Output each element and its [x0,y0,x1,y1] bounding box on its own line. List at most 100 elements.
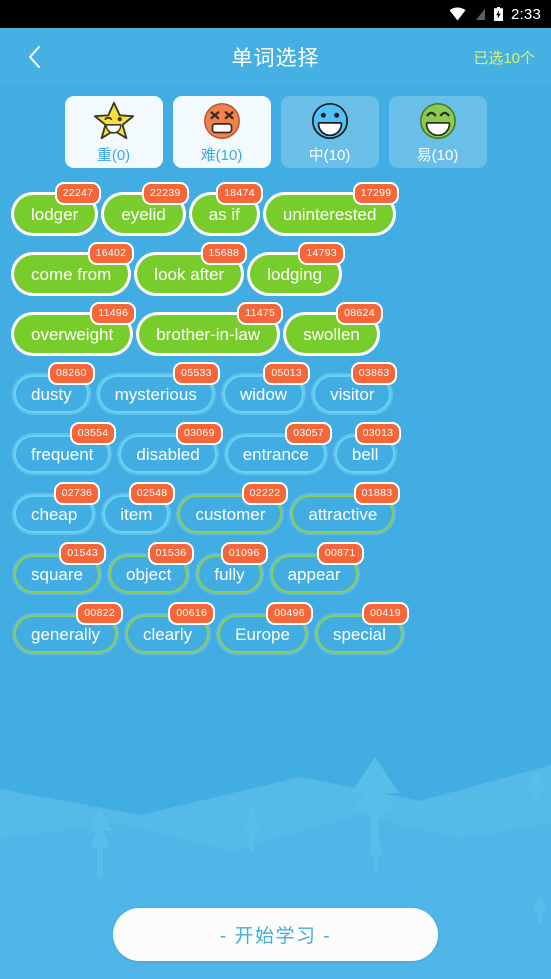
signal-off-icon [473,7,486,21]
word-chip[interactable]: mysterious 05533 [98,362,220,413]
word-chip-row: dusty 08260 mysterious 05533 widow 05013 visit… [14,362,537,414]
word-rank-badge: 00419 [362,602,409,625]
word-chip[interactable]: entrance 03057 [226,422,332,473]
word-rank-badge: 02222 [241,482,289,505]
word-chip-label: dusty [31,384,72,404]
word-chip[interactable]: attractive 01883 [291,482,401,533]
word-chip[interactable]: frequent 03554 [14,422,117,473]
word-chip[interactable]: come from 16402 [14,242,135,293]
word-chip-label: brother-in-law [156,324,261,344]
word-chip-row: cheap 02736 item 02548 customer 02222 attracti… [14,482,537,534]
word-chip-label: fully [214,564,245,584]
difficulty-tab-3[interactable]: 易(10) [388,96,487,168]
word-chip[interactable]: overweight 11496 [14,302,137,353]
word-chip-label: disabled [136,444,200,464]
battery-charging-icon [493,6,504,22]
word-chip[interactable]: customer 02222 [178,482,289,533]
tree-icon [528,769,544,787]
word-chip[interactable]: swollen 08624 [286,302,383,353]
word-chip[interactable]: object 01536 [109,542,195,593]
word-rank-badge: 01543 [59,542,106,565]
word-chip-label: Europe [235,624,290,644]
word-chip[interactable]: eyelid 22239 [104,182,189,233]
word-chip[interactable]: fully 01096 [197,542,268,593]
app-bar: 单词选择 已选10个 [0,28,551,86]
difficulty-tab-label: 难(10) [200,146,243,164]
selected-count-label[interactable]: 已选10个 [473,47,535,68]
word-rank-badge: 11496 [90,302,137,325]
grinning-face-icon [311,102,348,139]
word-chip-label: entrance [242,444,309,464]
word-chip[interactable]: disabled 03069 [119,422,223,473]
smiling-face-icon [419,102,456,139]
star-face-icon [93,101,134,139]
word-chip-label: overweight [31,324,114,344]
word-rank-badge: 17299 [352,182,400,205]
wifi-icon [449,7,466,21]
word-chip[interactable]: uninterested 17299 [265,182,400,233]
difficulty-tab-label: 易(10) [416,146,459,164]
word-chip-label: special [332,624,386,644]
start-study-label: - 开始学习 - [219,926,332,947]
word-chip-label: as if [208,204,240,224]
word-rank-badge: 14793 [298,242,346,265]
word-rank-badge: 11475 [237,302,284,325]
word-chip[interactable]: lodger 22247 [14,182,102,233]
status-bar-clock: 2:33 [511,5,541,23]
difficulty-filter-tabs: 重(0) 难(10) 中(10) 易(10) [0,86,551,176]
page-title: 单词选择 [231,47,320,70]
word-chip-label: come from [31,264,112,284]
word-chip-label: item [120,504,153,524]
word-chip[interactable]: bell 03013 [335,422,402,473]
word-chip[interactable]: special 00419 [316,602,409,653]
word-rank-badge: 03863 [350,362,398,385]
word-chip-label: look after [154,264,225,284]
word-rank-badge: 05013 [263,362,311,385]
word-chip[interactable]: look after 15688 [137,242,248,293]
tree-icon [243,807,261,829]
difficulty-tab-1[interactable]: 难(10) [172,96,271,168]
tree-trunk [534,783,538,803]
word-chip-label: frequent [31,444,94,464]
word-rank-badge: 22239 [141,182,189,205]
word-chip-label: attractive [308,504,378,524]
word-chip-label: square [31,564,83,584]
word-chip[interactable]: dusty 08260 [14,362,95,413]
word-chip[interactable]: square 01543 [14,542,106,593]
difficulty-tab-2[interactable]: 中(10) [280,96,379,168]
word-rank-badge: 00616 [168,602,216,625]
word-chip-row: generally 00822 clearly 00616 Europe 00496 spe… [14,602,537,654]
tree-trunk [374,851,378,873]
word-chip[interactable]: item 02548 [103,482,176,533]
word-chip[interactable]: as if 18474 [191,182,263,233]
word-chip[interactable]: brother-in-law 11475 [139,302,284,353]
word-rank-badge: 22247 [54,182,102,205]
word-rank-badge: 00871 [316,542,364,565]
word-rank-badge: 03069 [176,422,223,445]
difficulty-tab-0[interactable]: 重(0) [64,96,163,168]
word-chip[interactable]: generally 00822 [14,602,123,653]
start-study-button[interactable]: - 开始学习 - [113,908,438,961]
difficulty-tab-label: 重(0) [96,146,131,164]
tree-icon [368,837,384,855]
word-chip-label: widow [239,384,288,404]
tree-trunk [97,845,103,879]
word-chip[interactable]: clearly 00616 [126,602,216,653]
word-chip[interactable]: cheap 02736 [14,482,101,533]
word-chip[interactable]: widow 05013 [223,362,311,413]
word-rank-badge: 01096 [220,542,268,565]
word-chip-label: customer [195,504,266,524]
word-chip[interactable]: appear 00871 [271,542,364,593]
word-chip-row: overweight 11496 brother-in-law 11475 swolle… [14,302,537,354]
word-chip-label: bell [351,444,379,464]
word-chip-grid: lodger 22247 eyelid 22239 as if 18474 unintere… [0,176,551,654]
word-chip[interactable]: visitor 03863 [313,362,398,413]
word-chip-row: lodger 22247 eyelid 22239 as if 18474 unintere… [14,182,537,234]
tree-icon [351,757,399,811]
status-bar: 2:33 [0,0,551,28]
back-button[interactable] [16,39,52,75]
word-chip[interactable]: Europe 00496 [218,602,313,653]
chevron-left-icon [28,46,40,68]
word-chip-row: come from 16402 look after 15688 lodging 1479… [14,242,537,294]
word-chip[interactable]: lodging 14793 [250,242,346,293]
